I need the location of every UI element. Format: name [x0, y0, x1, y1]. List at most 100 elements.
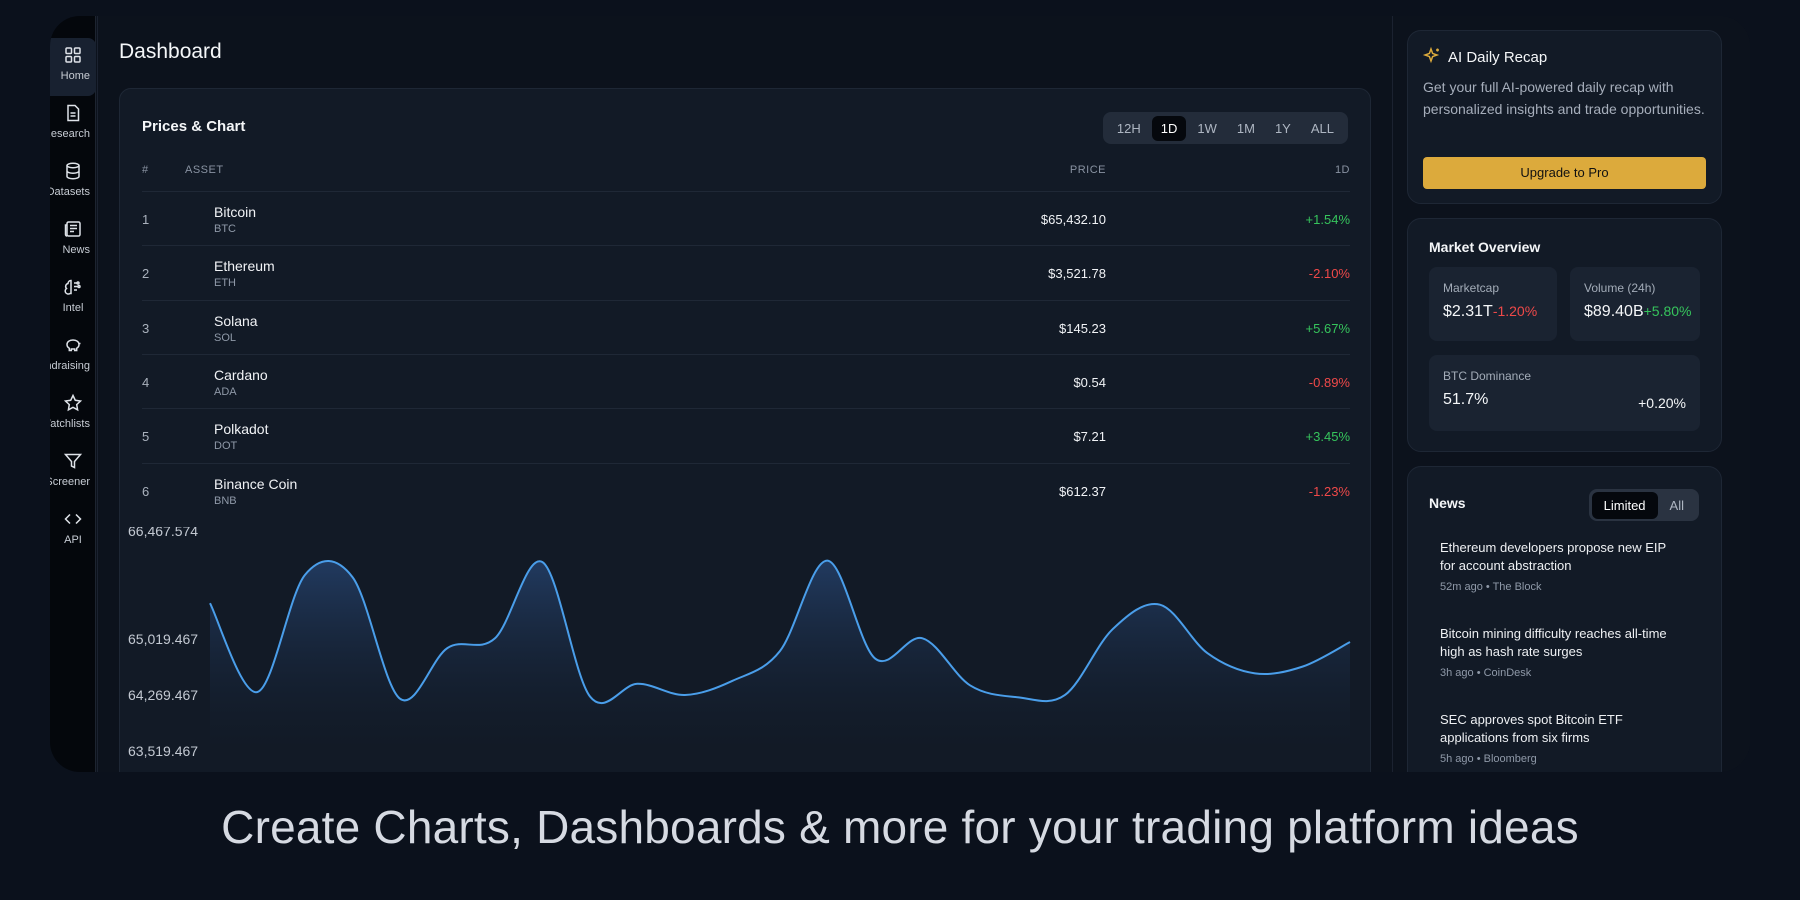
recap-title: AI Daily Recap	[1448, 49, 1548, 66]
card-title: Prices & Chart	[142, 118, 246, 135]
sidebar-item-fundraising[interactable]: Fundraising	[50, 328, 96, 386]
sidebar-item-label: Datasets	[50, 186, 90, 198]
table-header: # ASSET PRICE 1D	[142, 164, 1350, 184]
sidebar-item-news[interactable]: News	[50, 212, 96, 270]
news-card: News Limited All Ethereum developers prop…	[1407, 466, 1722, 772]
table-row[interactable]: 6 Binance Coin BNB $612.37 -1.23%	[142, 462, 1350, 517]
asset-name: Solana	[214, 312, 258, 329]
timeframe-1w[interactable]: 1W	[1188, 116, 1226, 141]
sidebar-item-datasets[interactable]: Datasets	[50, 154, 96, 212]
x-tick-label: 15:11	[244, 771, 276, 772]
btc-dominance-box: BTC Dominance 51.7% +0.20%	[1429, 355, 1700, 431]
x-tick-label: 10:11	[1186, 771, 1218, 772]
x-tick-label: 22:11	[591, 771, 623, 772]
asset-price: $145.23	[1059, 320, 1106, 336]
row-rank: 4	[142, 374, 150, 390]
news-meta: 5h ago • Bloomberg	[1440, 753, 1537, 765]
sidebar-item-screener[interactable]: Screener	[50, 444, 96, 502]
upgrade-button[interactable]: Upgrade to Pro	[1423, 157, 1706, 189]
piggy-bank-icon	[66, 339, 81, 352]
volume-box: Volume (24h) $89.40B+5.80%	[1570, 267, 1700, 341]
x-tick-label: 5:11	[941, 771, 965, 772]
asset-name: Polkadot	[214, 421, 269, 438]
x-tick-label: 3:11	[842, 771, 866, 772]
sidebar-item-home[interactable]: Home	[50, 38, 96, 96]
column-header-price[interactable]: PRICE	[1070, 164, 1106, 176]
brain-icon	[64, 279, 81, 295]
asset-price: $0.54	[1073, 374, 1106, 390]
sidebar: Home Research Datasets News Intel Fundra…	[50, 16, 96, 772]
btc-dominance-label: BTC Dominance	[1443, 369, 1532, 383]
asset-name: Cardano	[214, 366, 268, 383]
sparkles-icon	[1422, 46, 1440, 64]
market-overview-title: Market Overview	[1429, 239, 1541, 255]
btc-dominance-change: +0.20%	[1638, 395, 1686, 411]
x-tick-label: 2:11	[793, 771, 817, 772]
column-header-num: #	[142, 164, 149, 176]
x-tick-label: 16:11	[293, 771, 325, 772]
news-meta: 52m ago • The Block	[1440, 581, 1542, 593]
sidebar-item-watchlists[interactable]: Watchlists	[50, 386, 96, 444]
sidebar-item-research[interactable]: Research	[50, 96, 96, 154]
news-item[interactable]: Ethereum developers propose new EIP for …	[1440, 539, 1680, 593]
timeframe-1y[interactable]: 1Y	[1266, 116, 1300, 141]
x-tick-label: 17:11	[343, 771, 375, 772]
news-headline: SEC approves spot Bitcoin ETF applicatio…	[1440, 712, 1623, 745]
news-item[interactable]: SEC approves spot Bitcoin ETF applicatio…	[1440, 711, 1680, 765]
news-tab-limited[interactable]: Limited	[1591, 492, 1658, 519]
sidebar-item-label: Intel	[62, 302, 84, 314]
sidebar-item-intel[interactable]: Intel	[50, 270, 96, 328]
star-icon	[63, 393, 83, 412]
timeframe-selector: 12H 1D 1W 1M 1Y ALL	[1102, 112, 1348, 144]
table-row[interactable]: 5 Polkadot DOT $7.21 +3.45%	[142, 408, 1350, 462]
row-rank: 2	[142, 266, 150, 282]
table-row[interactable]: 3 Solana SOL $145.23 +5.67%	[142, 299, 1350, 354]
code-icon	[64, 513, 82, 525]
newspaper-icon	[64, 221, 81, 237]
page-title: Dashboard	[119, 40, 222, 63]
x-tick-label: 21:11	[541, 771, 573, 772]
table-row[interactable]: 4 Cardano ADA $0.54 -0.89%	[142, 353, 1350, 408]
y-tick-label: 66,467.574	[128, 527, 198, 539]
asset-name: Bitcoin	[214, 204, 257, 220]
x-tick-label: 0:11	[693, 771, 717, 772]
column-header-asset[interactable]: ASSET	[185, 164, 224, 176]
asset-change: -0.89%	[1308, 374, 1350, 390]
sidebar-item-label: News	[62, 244, 90, 256]
timeframe-12h[interactable]: 12H	[1108, 116, 1150, 141]
asset-name: Binance Coin	[214, 475, 298, 492]
sidebar-item-api[interactable]: API	[50, 502, 96, 560]
sidebar-item-label: Screener	[50, 476, 90, 488]
price-chart[interactable]: 66,467.574 65,019.467 64,269.467 63,519.467…	[118, 527, 1372, 772]
table-row[interactable]: 1 Bitcoin BTC $65,432.10 +1.54%	[142, 191, 1350, 245]
y-tick-label: 63,519.467	[128, 743, 198, 759]
timeframe-1m[interactable]: 1M	[1228, 116, 1264, 141]
timeframe-all[interactable]: ALL	[1302, 116, 1343, 141]
volume-value: $89.40B	[1584, 303, 1644, 320]
x-tick-label: 23:11	[640, 771, 672, 772]
x-tick-label: 14:11	[194, 771, 226, 772]
asset-symbol: SOL	[214, 331, 237, 344]
news-title: News	[1429, 495, 1466, 511]
column-header-change[interactable]: 1D	[1335, 164, 1350, 176]
asset-symbol: ETH	[214, 277, 236, 290]
table-row[interactable]: 2 Ethereum ETH $3,521.78 -2.10%	[142, 245, 1350, 299]
btc-dominance-value: 51.7%	[1443, 391, 1489, 408]
row-rank: 6	[142, 483, 150, 499]
sidebar-item-label: Research	[50, 128, 90, 140]
y-tick-label: 65,019.467	[128, 631, 198, 647]
news-tab-all[interactable]: All	[1658, 492, 1696, 519]
x-tick-label: 4:11	[892, 771, 916, 772]
asset-symbol: DOT	[214, 440, 238, 453]
promo-caption: Create Charts, Dashboards & more for you…	[221, 801, 1579, 853]
x-tick-label: 8:11	[1090, 771, 1114, 772]
asset-name: Ethereum	[214, 258, 275, 275]
asset-price: $7.21	[1073, 429, 1106, 445]
sidebar-item-label: Fundraising	[50, 360, 90, 372]
news-item[interactable]: Bitcoin mining difficulty reaches all-ti…	[1440, 625, 1680, 679]
divider	[97, 16, 98, 772]
x-tick-label: 18:11	[392, 771, 424, 772]
volume-label: Volume (24h)	[1584, 281, 1656, 295]
x-tick-label: 7:11	[1040, 771, 1064, 772]
timeframe-1d[interactable]: 1D	[1151, 115, 1187, 141]
